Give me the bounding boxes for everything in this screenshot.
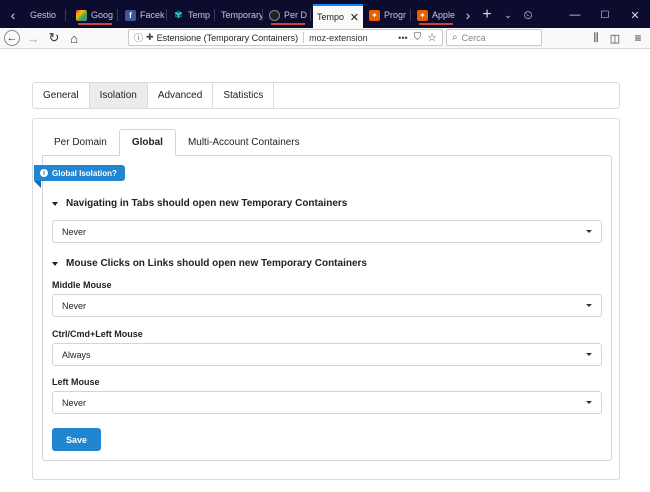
reload-icon[interactable]: ↻ bbox=[46, 28, 62, 48]
dropdown-caret-icon bbox=[586, 401, 592, 404]
global-isolation-ribbon[interactable]: i Global Isolation? bbox=[34, 165, 125, 188]
tab-title: Temp bbox=[188, 10, 211, 20]
search-bar[interactable]: ⌕ Cerca bbox=[446, 29, 542, 46]
isolation-panel: Per Domain Global Multi-Account Containe… bbox=[32, 118, 620, 480]
tab-title: Tempo bbox=[317, 12, 345, 22]
page-content: General Isolation Advanced Statistics Pe… bbox=[0, 49, 650, 492]
ribbon-label: Global Isolation? bbox=[52, 168, 117, 178]
url-bar[interactable]: ⓘ ✚ Estensione (Temporary Containers) mo… bbox=[128, 29, 443, 46]
firefox-addon-icon: ✦ bbox=[417, 9, 428, 21]
tab-advanced[interactable]: Advanced bbox=[148, 83, 214, 108]
url-divider bbox=[303, 32, 305, 43]
scroll-tabs-left-icon[interactable]: ‹ bbox=[4, 4, 22, 26]
navigating-section-heading[interactable]: Navigating in Tabs should open new Tempo… bbox=[52, 198, 347, 209]
library-icon[interactable]: ⫼ bbox=[588, 28, 604, 48]
info-icon: i bbox=[40, 169, 48, 177]
tab-container-indicator bbox=[78, 23, 112, 25]
ctrl-mouse-value: Always bbox=[62, 349, 91, 360]
page-actions-icon[interactable]: ••• bbox=[398, 33, 407, 43]
global-isolation-segment: i Global Isolation? Navigating in Tabs s… bbox=[34, 155, 612, 461]
menu-hamburger-icon[interactable]: ≡ bbox=[630, 28, 646, 48]
url-text[interactable]: moz-extension bbox=[309, 33, 368, 43]
browser-tab[interactable]: ✦ Progr bbox=[365, 4, 411, 26]
back-arrow-icon: ← bbox=[4, 30, 20, 46]
sidebar-icon[interactable]: ◫ bbox=[607, 28, 623, 48]
browser-tab-active[interactable]: Tempo ✕ bbox=[313, 4, 363, 28]
temporary-containers-icon: ✾ bbox=[174, 9, 183, 21]
navigation-toolbar: ← → ↻ ⌂ ⓘ ✚ Estensione (Temporary Contai… bbox=[0, 28, 650, 49]
tab-statistics[interactable]: Statistics bbox=[213, 83, 275, 108]
maximize-window-icon[interactable]: ☐ bbox=[596, 4, 614, 26]
tab-title: Temporary bbox=[221, 10, 263, 20]
pocket-icon[interactable]: ⛉ bbox=[414, 32, 422, 43]
tab-isolation[interactable]: Isolation bbox=[89, 83, 148, 108]
dropdown-caret-icon bbox=[586, 304, 592, 307]
tab-general[interactable]: General bbox=[33, 83, 90, 108]
tab-title: Facek bbox=[140, 10, 165, 20]
browser-tab[interactable]: Gestio bbox=[26, 4, 66, 26]
isolation-sub-tabs: Per Domain Global Multi-Account Containe… bbox=[42, 129, 312, 156]
tab-global[interactable]: Global bbox=[118, 129, 176, 156]
middle-mouse-value: Never bbox=[62, 300, 87, 311]
dropdown-caret-icon bbox=[586, 353, 592, 356]
caret-down-icon bbox=[52, 261, 58, 266]
tab-per-domain[interactable]: Per Domain bbox=[42, 129, 119, 156]
facebook-icon: f bbox=[125, 9, 136, 21]
tab-container-indicator bbox=[271, 23, 305, 25]
save-button[interactable]: Save bbox=[52, 428, 101, 451]
left-mouse-dropdown[interactable]: Never bbox=[52, 391, 602, 414]
tab-title: Apple bbox=[432, 10, 456, 20]
google-photos-icon bbox=[76, 9, 87, 21]
tab-title: Progr bbox=[384, 10, 407, 20]
tab-title: Goog bbox=[91, 10, 114, 20]
new-tab-icon[interactable]: + bbox=[478, 4, 496, 26]
navigating-value: Never bbox=[62, 226, 87, 237]
settings-top-tabs: General Isolation Advanced Statistics bbox=[32, 82, 620, 109]
navigating-dropdown[interactable]: Never bbox=[52, 220, 602, 243]
left-mouse-label: Left Mouse bbox=[52, 377, 100, 387]
browser-tab[interactable]: f Facek bbox=[121, 4, 167, 26]
mouse-section-heading[interactable]: Mouse Clicks on Links should open new Te… bbox=[52, 258, 367, 269]
tab-container-indicator bbox=[419, 23, 453, 25]
puzzle-piece-icon: ✚ bbox=[146, 32, 154, 42]
browser-tab[interactable]: ✾ Temp bbox=[169, 4, 215, 26]
home-icon[interactable]: ⌂ bbox=[66, 28, 82, 48]
mouse-heading-text: Mouse Clicks on Links should open new Te… bbox=[66, 258, 367, 269]
back-button[interactable]: ← bbox=[2, 28, 22, 48]
forward-arrow-icon[interactable]: → bbox=[25, 28, 41, 48]
url-identity[interactable]: Estensione (Temporary Containers) bbox=[157, 33, 299, 43]
timer-icon[interactable]: ⏲ bbox=[519, 4, 537, 26]
github-icon bbox=[269, 9, 280, 21]
close-window-icon[interactable]: ✕ bbox=[626, 4, 644, 26]
tab-title: Gestio bbox=[30, 10, 57, 20]
dropdown-caret-icon bbox=[586, 230, 592, 233]
browser-tab[interactable]: ✦ Apple bbox=[413, 4, 459, 26]
minimize-window-icon[interactable]: — bbox=[566, 4, 584, 26]
left-mouse-value: Never bbox=[62, 397, 87, 408]
info-icon[interactable]: ⓘ bbox=[134, 31, 143, 44]
navigating-heading-text: Navigating in Tabs should open new Tempo… bbox=[66, 198, 348, 209]
ctrl-mouse-label: Ctrl/Cmd+Left Mouse bbox=[52, 329, 143, 339]
search-icon: ⌕ bbox=[452, 32, 458, 43]
firefox-addon-icon: ✦ bbox=[369, 9, 380, 21]
browser-tab-bar: Gestio ‹ Goog f Facek ✾ Temp Temporary P… bbox=[0, 0, 650, 28]
bookmark-star-icon[interactable]: ☆ bbox=[427, 31, 437, 44]
tab-title: Per D bbox=[284, 10, 308, 20]
browser-tab[interactable]: Per D bbox=[265, 4, 311, 26]
browser-tab[interactable]: Temporary bbox=[217, 4, 263, 26]
middle-mouse-label: Middle Mouse bbox=[52, 280, 112, 290]
tab-multi-account-containers[interactable]: Multi-Account Containers bbox=[176, 129, 312, 156]
browser-tab[interactable]: Goog bbox=[72, 4, 118, 26]
caret-down-icon bbox=[52, 201, 58, 206]
search-input[interactable]: Cerca bbox=[462, 33, 486, 43]
scroll-tabs-right-icon[interactable]: › bbox=[461, 4, 475, 26]
middle-mouse-dropdown[interactable]: Never bbox=[52, 294, 602, 317]
ctrl-mouse-dropdown[interactable]: Always bbox=[52, 343, 602, 366]
tab-list-chevron-icon[interactable]: ⌄ bbox=[500, 4, 516, 26]
close-tab-icon[interactable]: ✕ bbox=[350, 11, 359, 24]
